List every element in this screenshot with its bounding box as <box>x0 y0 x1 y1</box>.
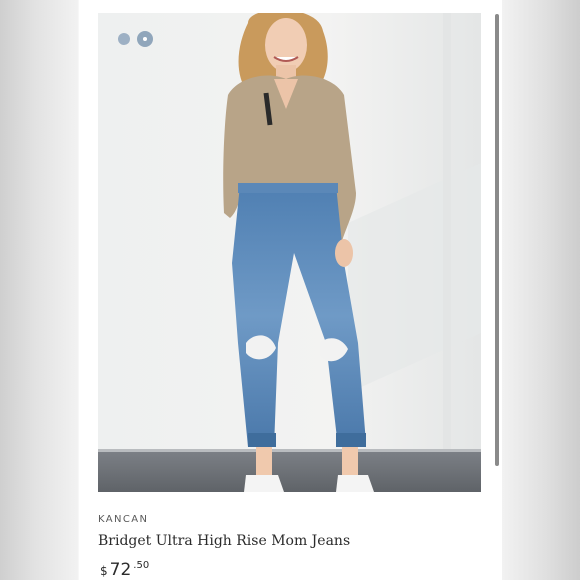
carousel-dot-1[interactable] <box>118 33 130 45</box>
scrollbar[interactable] <box>495 14 499 466</box>
product-photo <box>98 13 481 492</box>
product-image[interactable] <box>98 13 481 492</box>
carousel-dot-2-active[interactable] <box>137 31 153 47</box>
product-title: Bridget Ultra High Rise Mom Jeans <box>98 533 351 549</box>
price-cents: .50 <box>133 560 150 571</box>
price-currency: $ <box>100 564 108 578</box>
product-brand[interactable]: KANCAN <box>98 514 148 525</box>
price-whole: 72 <box>109 560 132 580</box>
product-price: $72.50 <box>100 560 149 580</box>
